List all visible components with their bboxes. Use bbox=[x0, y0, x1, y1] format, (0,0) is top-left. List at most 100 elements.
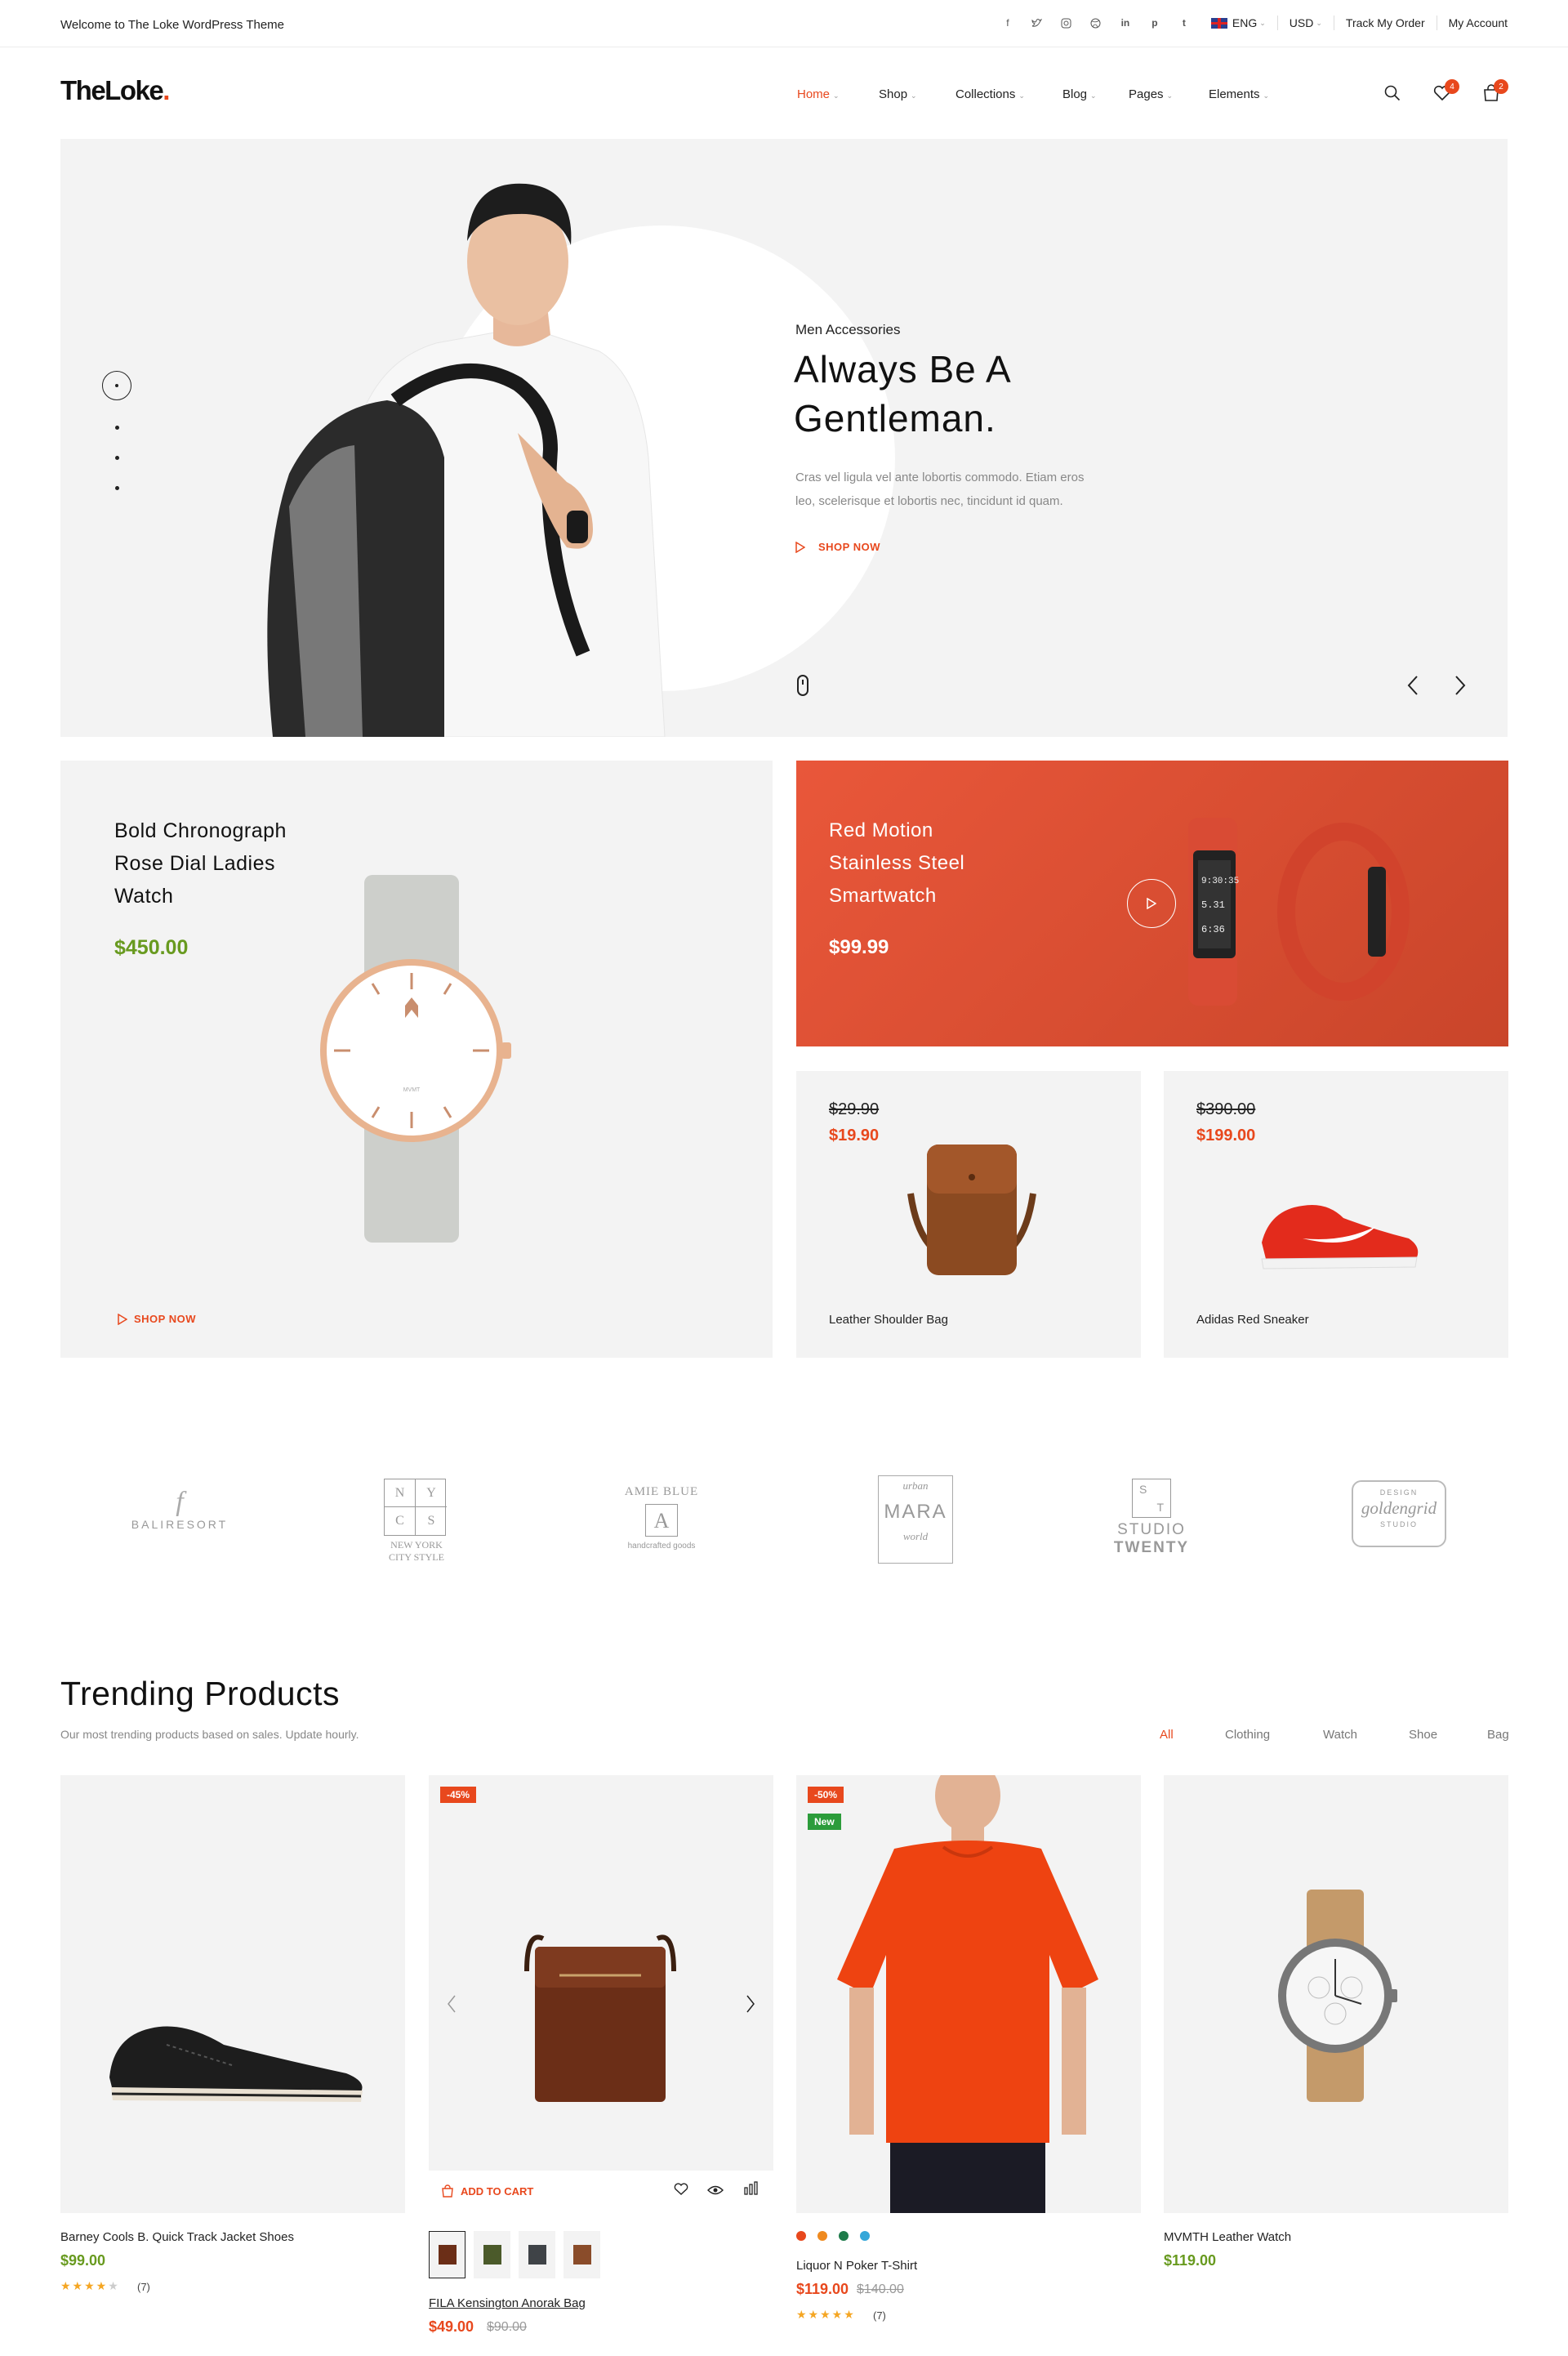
prev-image-arrow-icon[interactable] bbox=[447, 1994, 457, 2018]
my-account-link[interactable]: My Account bbox=[1449, 16, 1508, 29]
filter-tab-shoe[interactable]: Shoe bbox=[1409, 1728, 1487, 1742]
main-nav: Home ⌄ Shop ⌄ Collections ⌄ Blog ⌄ Pages ⌄ El… bbox=[797, 87, 1269, 101]
dribbble-icon[interactable] bbox=[1090, 17, 1102, 29]
filter-tab-all[interactable]: All bbox=[1160, 1728, 1225, 1742]
product-image[interactable]: -50% New bbox=[796, 1775, 1141, 2213]
nav-blog[interactable]: Blog ⌄ bbox=[1062, 87, 1129, 101]
product-name[interactable]: Barney Cools B. Quick Track Jacket Shoes bbox=[60, 2230, 294, 2244]
brand-letter: Y bbox=[416, 1479, 447, 1507]
swatch-green[interactable] bbox=[474, 2231, 510, 2278]
brand-tagline: STUDIO bbox=[1379, 1520, 1418, 1528]
brand-name: MARA bbox=[884, 1501, 947, 1523]
promo-smartwatch-title: Red Motion Stainless Steel Smartwatch bbox=[829, 814, 964, 913]
brand-tagline: DESIGN bbox=[1379, 1488, 1419, 1497]
slide-dot[interactable] bbox=[115, 456, 119, 460]
color-dot[interactable] bbox=[839, 2231, 849, 2241]
wishlist-count-badge: 4 bbox=[1445, 79, 1459, 94]
top-bar: Welcome to The Loke WordPress Theme f in… bbox=[0, 0, 1568, 47]
swatch-tan[interactable] bbox=[564, 2231, 600, 2278]
tumblr-icon[interactable]: t bbox=[1178, 17, 1190, 29]
language-selector[interactable]: ENG bbox=[1232, 16, 1257, 29]
brand-logo-nycs[interactable]: N Y C S NEW YORK CITY STYLE bbox=[384, 1479, 449, 1564]
brand-letter: C bbox=[385, 1507, 416, 1535]
cart-icon bbox=[442, 2184, 453, 2198]
wishlist-icon[interactable] bbox=[674, 2183, 688, 2200]
title-line: Stainless Steel bbox=[829, 852, 965, 874]
promo-sneaker-name: Adidas Red Sneaker bbox=[1196, 1313, 1309, 1327]
brand-letter: N bbox=[385, 1479, 416, 1507]
play-icon bbox=[118, 1313, 127, 1325]
brand-logo-mara[interactable]: urban MARA world bbox=[878, 1475, 953, 1564]
quick-view-eye-icon[interactable] bbox=[707, 2184, 724, 2200]
product-price: $119.00 bbox=[796, 2281, 849, 2297]
promo-sneaker-card[interactable]: $390.00 $199.00 Adidas Red Sneaker bbox=[1164, 1071, 1508, 1358]
compare-icon[interactable] bbox=[743, 2181, 758, 2200]
pinterest-icon[interactable]: p bbox=[1149, 17, 1160, 29]
filter-tab-bag[interactable]: Bag bbox=[1487, 1728, 1509, 1742]
search-icon[interactable] bbox=[1384, 85, 1401, 105]
product-image[interactable] bbox=[1164, 1775, 1508, 2213]
promo-watch-shop-now[interactable]: SHOP NOW bbox=[118, 1313, 196, 1325]
product-name[interactable]: FILA Kensington Anorak Bag bbox=[429, 2296, 586, 2310]
slide-dot-active-center bbox=[115, 384, 118, 387]
promo-sneaker-old-price: $390.00 bbox=[1196, 1100, 1256, 1118]
filter-tab-watch[interactable]: Watch bbox=[1323, 1728, 1409, 1742]
nav-collections[interactable]: Collections ⌄ bbox=[956, 87, 1062, 101]
promo-bag-old-price: $29.90 bbox=[829, 1100, 880, 1118]
currency-selector[interactable]: USD bbox=[1290, 16, 1314, 29]
promo-watch-title: Bold Chronograph Rose Dial Ladies Watch bbox=[114, 814, 287, 913]
promo-watch-card[interactable]: Bold Chronograph Rose Dial Ladies Watch … bbox=[60, 761, 773, 1358]
swatch-grey[interactable] bbox=[519, 2231, 555, 2278]
play-video-button[interactable] bbox=[1127, 879, 1176, 928]
color-dot[interactable] bbox=[860, 2231, 870, 2241]
next-slide-arrow-icon[interactable] bbox=[1454, 675, 1467, 700]
product-name[interactable]: MVMTH Leather Watch bbox=[1164, 2230, 1291, 2244]
brand-logo-goldengrid[interactable]: DESIGN goldengrid STUDIO bbox=[1352, 1480, 1446, 1547]
hero-subtitle: Men Accessories bbox=[795, 322, 901, 337]
product-image[interactable] bbox=[60, 1775, 405, 2213]
color-dot[interactable] bbox=[796, 2231, 806, 2241]
product-image[interactable]: -45% bbox=[429, 1775, 773, 2171]
promo-smartwatch-price: $99.99 bbox=[829, 936, 889, 958]
hero-slider: Men Accessories Always Be A Gentleman. C… bbox=[60, 139, 1508, 737]
hero-shop-now-button[interactable]: SHOP NOW bbox=[795, 541, 880, 553]
brand-logo-amie-blue[interactable]: AMIE BLUE A handcrafted goods bbox=[612, 1485, 710, 1551]
hero-title-line: Always Be A bbox=[794, 348, 1012, 390]
add-to-cart-button[interactable]: ADD TO CART bbox=[441, 2184, 533, 2198]
uk-flag-icon bbox=[1210, 17, 1227, 29]
brand-tagline: world bbox=[902, 1530, 929, 1542]
nav-elements[interactable]: Elements ⌄ bbox=[1209, 87, 1269, 101]
slide-dot[interactable] bbox=[115, 426, 119, 430]
cta-label: SHOP NOW bbox=[818, 541, 880, 553]
linkedin-icon[interactable]: in bbox=[1120, 17, 1131, 29]
logo[interactable]: TheLoke. bbox=[60, 75, 170, 106]
product-old-price: $90.00 bbox=[487, 2320, 527, 2334]
svg-text:5.31: 5.31 bbox=[1201, 899, 1225, 911]
track-order-link[interactable]: Track My Order bbox=[1346, 16, 1425, 29]
instagram-icon[interactable] bbox=[1061, 17, 1072, 29]
twitter-icon[interactable] bbox=[1031, 17, 1043, 29]
promo-bag-card[interactable]: $29.90 $19.90 Leather Shoulder Bag bbox=[796, 1071, 1141, 1358]
product-name[interactable]: Liquor N Poker T-Shirt bbox=[796, 2259, 917, 2273]
facebook-icon[interactable]: f bbox=[1002, 17, 1013, 29]
brand-tagline: handcrafted goods bbox=[627, 1542, 696, 1551]
next-image-arrow-icon[interactable] bbox=[746, 1994, 755, 2018]
color-dot[interactable] bbox=[817, 2231, 827, 2241]
sale-badge: -45% bbox=[440, 1787, 477, 1803]
swatch-brown[interactable] bbox=[429, 2231, 466, 2278]
brand-logo-studio-twenty[interactable]: S T STUDIO TWENTY bbox=[1102, 1479, 1200, 1557]
brand-letter: T bbox=[1156, 1501, 1164, 1514]
nav-shop[interactable]: Shop ⌄ bbox=[879, 87, 956, 101]
nav-pages[interactable]: Pages ⌄ bbox=[1129, 87, 1209, 101]
title-line: Bold Chronograph bbox=[114, 819, 287, 842]
promo-smartwatch-card[interactable]: Red Motion Stainless Steel Smartwatch $9… bbox=[796, 761, 1508, 1046]
product-old-price: $140.00 bbox=[857, 2282, 904, 2296]
smartwatch-image: 9:30:35 5.31 6:36 bbox=[1188, 818, 1410, 1006]
prev-slide-arrow-icon[interactable] bbox=[1406, 675, 1419, 700]
svg-text:6:36: 6:36 bbox=[1201, 924, 1225, 935]
slide-dot[interactable] bbox=[115, 486, 119, 490]
brand-logo-baliresort[interactable]: f BALIRESORT bbox=[122, 1487, 237, 1531]
filter-tab-clothing[interactable]: Clothing bbox=[1225, 1728, 1323, 1742]
nav-home[interactable]: Home ⌄ bbox=[797, 87, 879, 101]
add-to-cart-label: ADD TO CART bbox=[461, 2184, 534, 2198]
